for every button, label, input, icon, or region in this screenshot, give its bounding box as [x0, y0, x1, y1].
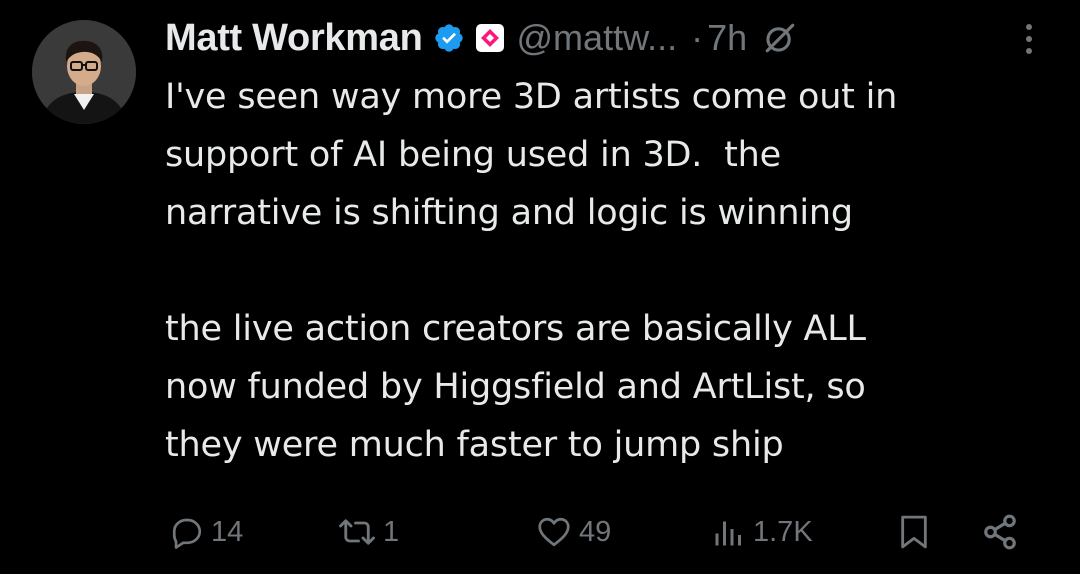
views-count: 1.7K — [753, 515, 813, 548]
reply-icon — [169, 514, 205, 550]
repost-count: 1 — [383, 515, 400, 548]
bookmark-icon — [897, 513, 931, 551]
reply-count: 14 — [211, 515, 244, 548]
repost-icon — [337, 514, 377, 550]
tweet-text-line: now funded by Higgsfield and ArtList, so — [165, 367, 866, 407]
more-icon[interactable] — [1026, 24, 1032, 54]
tweet-text-line: narrative is shifting and logic is winni… — [165, 193, 853, 233]
verified-badge-icon — [433, 22, 465, 54]
like-count: 49 — [579, 515, 612, 548]
author-name[interactable]: Matt Workman — [165, 17, 423, 60]
tweet-text: I've seen way more 3D artists come out i… — [165, 68, 1045, 474]
bookmark-button[interactable] — [897, 508, 931, 556]
avatar[interactable] — [32, 20, 136, 124]
author-handle[interactable]: @mattw... — [517, 17, 678, 59]
heart-icon — [535, 514, 573, 550]
tweet-text-line: support of AI being used in 3D. the — [165, 135, 781, 175]
views-icon — [711, 514, 747, 550]
action-bar: 14 1 49 1.7K — [165, 508, 1035, 556]
tweet-text-line: I've seen way more 3D artists come out i… — [165, 77, 898, 117]
reply-button[interactable]: 14 — [169, 508, 243, 556]
affiliate-badge-icon[interactable] — [475, 23, 505, 53]
views-button[interactable]: 1.7K — [711, 508, 813, 556]
tweet-text-line: the live action creators are basically A… — [165, 309, 866, 349]
tweet-header: Matt Workman @mattw... · 7h — [165, 12, 797, 64]
tweet-text-line — [165, 242, 1045, 300]
timestamp[interactable]: 7h — [707, 17, 747, 59]
separator-dot: · — [691, 17, 704, 58]
repost-button[interactable]: 1 — [337, 508, 399, 556]
share-button[interactable] — [981, 508, 1019, 556]
like-button[interactable]: 49 — [535, 508, 611, 556]
tweet-text-line: they were much faster to jump ship — [165, 425, 784, 465]
grok-icon[interactable] — [763, 21, 797, 55]
share-icon — [981, 513, 1019, 551]
